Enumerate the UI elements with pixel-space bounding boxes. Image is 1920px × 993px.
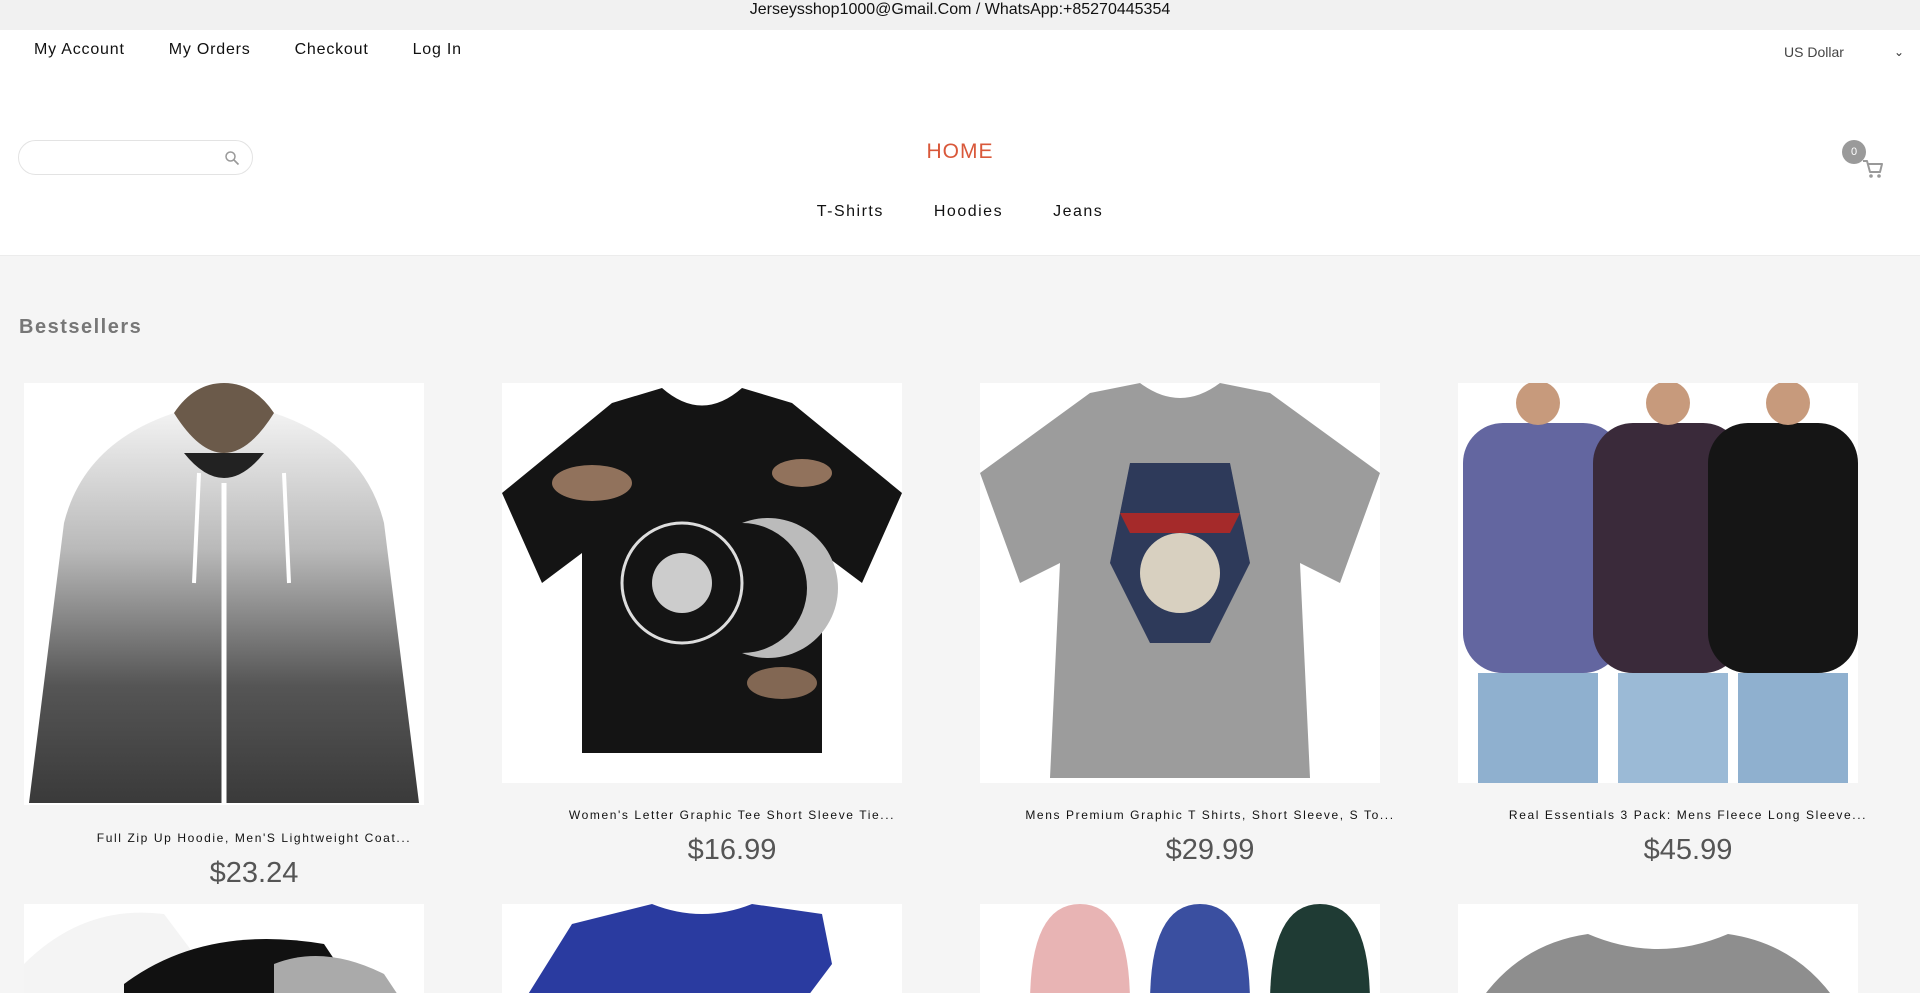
cart-icon [1863, 160, 1883, 178]
nav-hoodies[interactable]: Hoodies [934, 202, 1003, 222]
category-nav: T-Shirts Hoodies Jeans [0, 202, 1920, 222]
product-title[interactable]: Full Zip Up Hoodie, Men'S Lightweight Co… [19, 831, 489, 845]
product-image[interactable] [502, 904, 902, 993]
logo-area: HOME [0, 140, 1920, 164]
site-header: My Account My Orders Checkout Log In US … [0, 30, 1920, 256]
my-account-link[interactable]: My Account [34, 40, 125, 60]
top-info-bar: Jerseysshop1000@Gmail.Com / WhatsApp:+85… [0, 0, 1920, 30]
product-image[interactable] [980, 383, 1380, 783]
product-image[interactable] [502, 383, 902, 783]
product-price: $29.99 [1165, 834, 1255, 866]
product-title[interactable]: Women's Letter Graphic Tee Short Sleeve … [497, 808, 967, 822]
my-orders-link[interactable]: My Orders [169, 40, 251, 60]
product-price: $45.99 [1643, 834, 1733, 866]
product-image[interactable] [1458, 904, 1858, 993]
section-title: Bestsellers [19, 316, 143, 338]
search-input[interactable] [33, 147, 213, 169]
cart-button[interactable]: 0 [1842, 140, 1883, 180]
product-image[interactable] [24, 904, 424, 993]
checkout-link[interactable]: Checkout [295, 40, 369, 60]
nav-jeans[interactable]: Jeans [1053, 202, 1103, 222]
product-title[interactable]: Mens Premium Graphic T Shirts, Short Sle… [975, 808, 1445, 822]
currency-selected-value: US Dollar [1784, 44, 1844, 60]
search-icon[interactable] [224, 150, 240, 166]
log-in-link[interactable]: Log In [413, 40, 462, 60]
search-box [18, 140, 253, 175]
product-image[interactable] [980, 904, 1380, 993]
currency-select[interactable]: US Dollar ⌄ [1784, 42, 1904, 62]
nav-t-shirts[interactable]: T-Shirts [817, 202, 884, 222]
product-title[interactable]: Real Essentials 3 Pack: Mens Fleece Long… [1453, 808, 1920, 822]
account-nav: My Account My Orders Checkout Log In [34, 40, 506, 60]
chevron-down-icon: ⌄ [1893, 45, 1904, 59]
product-price: $16.99 [687, 834, 777, 866]
contact-info-text: Jerseysshop1000@Gmail.Com / WhatsApp:+85… [749, 1, 1171, 18]
product-image[interactable] [24, 383, 424, 805]
product-image[interactable] [1458, 383, 1858, 783]
product-price: $23.24 [209, 857, 299, 889]
home-link[interactable]: HOME [927, 140, 994, 163]
